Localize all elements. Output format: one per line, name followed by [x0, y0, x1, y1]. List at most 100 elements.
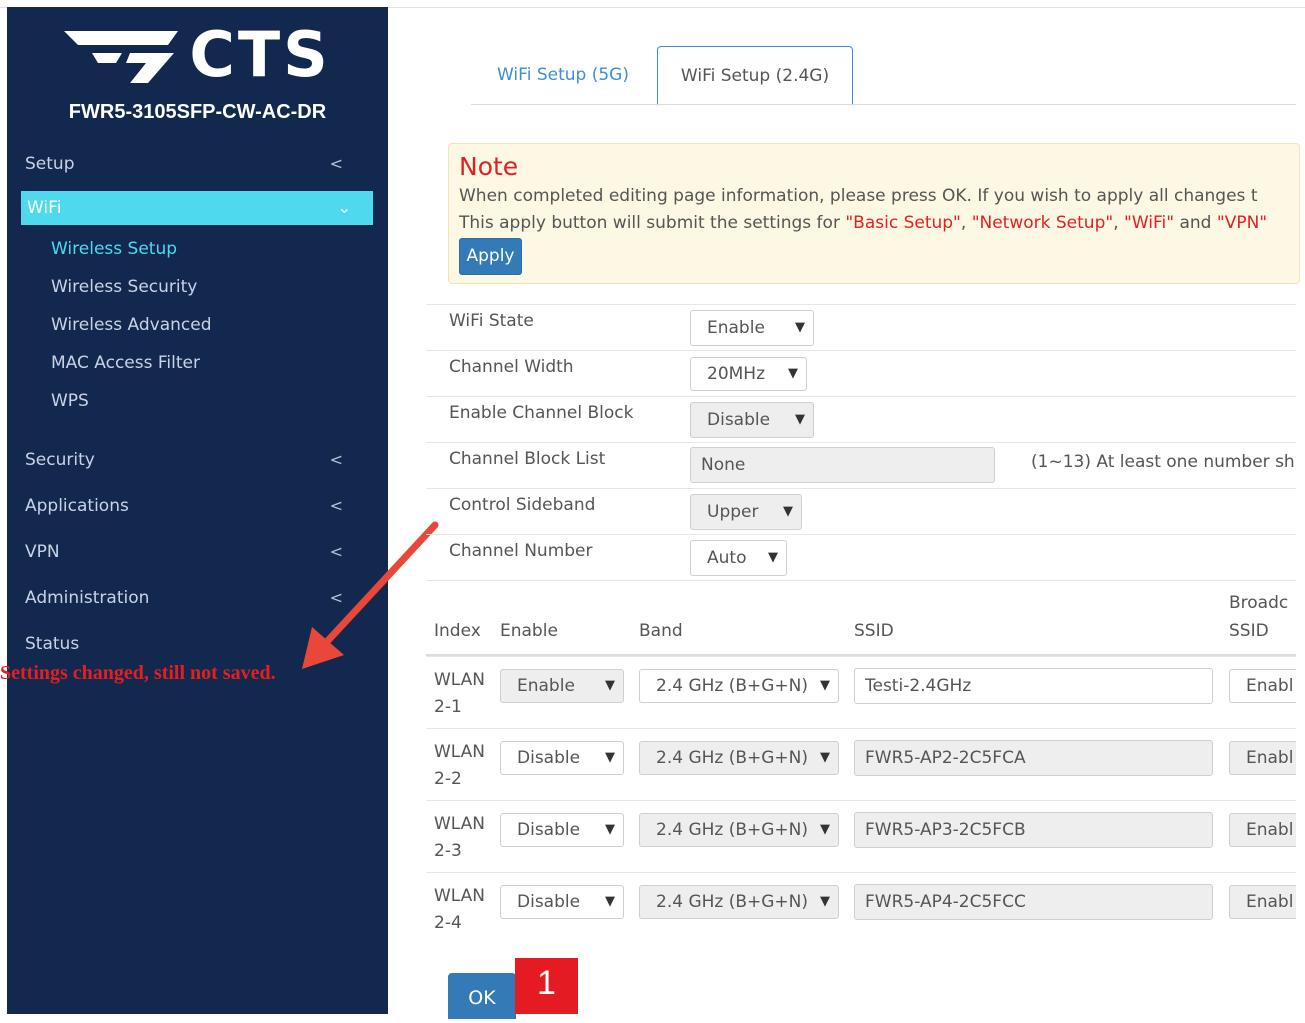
- sidebar-item-label: Status: [25, 634, 80, 654]
- dropdown-arrow-icon: ▼: [768, 550, 778, 565]
- sidebar-item-security[interactable]: Security <: [25, 443, 371, 477]
- wifi-state-row: WiFi State Enable ▼: [426, 304, 1296, 351]
- enable-channel-block-label: Enable Channel Block: [449, 403, 634, 423]
- note-highlight-basic-setup: "Basic Setup": [845, 213, 961, 233]
- control-sideband-select[interactable]: Upper ▼: [690, 494, 802, 530]
- tab-wifi-setup-5g[interactable]: WiFi Setup (5G): [497, 46, 629, 104]
- wlan-broadcast-value: Enabl: [1246, 676, 1294, 696]
- header-index: Index: [434, 621, 481, 641]
- wlan-band-select[interactable]: 2.4 GHz (B+G+N) ▼: [639, 813, 839, 847]
- dropdown-arrow-icon: ▼: [605, 894, 615, 909]
- chevron-left-icon: <: [329, 154, 343, 173]
- note-text-line1: When completed editing page information,…: [459, 186, 1258, 206]
- wlan-enable-select[interactable]: Disable ▼: [500, 813, 624, 847]
- sidebar-subitem-mac-access-filter[interactable]: MAC Access Filter: [51, 348, 200, 378]
- apply-button[interactable]: Apply: [459, 238, 522, 275]
- channel-number-label: Channel Number: [449, 541, 593, 561]
- wlan-ssid-input[interactable]: Testi-2.4GHz: [854, 668, 1213, 704]
- sidebar: CTS FWR5-3105SFP-CW-AC-DR Setup < WiFi ⌄…: [7, 7, 388, 1014]
- channel-number-value: Auto: [707, 548, 747, 568]
- channel-number-row: Channel Number Auto ▼: [426, 534, 1296, 581]
- dropdown-arrow-icon: ▼: [605, 678, 615, 693]
- wlan-enable-select[interactable]: Disable ▼: [500, 885, 624, 919]
- wlan-broadcast-select[interactable]: Enabl: [1229, 669, 1296, 703]
- sidebar-subitem-wireless-advanced[interactable]: Wireless Advanced: [51, 310, 212, 340]
- dropdown-arrow-icon: ▼: [820, 822, 830, 837]
- sidebar-item-label: VPN: [25, 542, 60, 562]
- header-broadcast: Broadc: [1229, 593, 1289, 613]
- wlan-broadcast-select[interactable]: Enabl: [1229, 813, 1296, 847]
- header-broadcast-ssid: SSID: [1229, 621, 1269, 641]
- wlan-ssid-input[interactable]: FWR5-AP4-2C5FCC: [854, 884, 1213, 920]
- channel-width-value: 20MHz: [707, 364, 766, 384]
- dropdown-arrow-icon: ▼: [795, 320, 805, 335]
- channel-block-list-hint: (1~13) At least one number sh: [1031, 452, 1295, 472]
- channel-width-select[interactable]: 20MHz ▼: [690, 357, 807, 391]
- header-band: Band: [639, 621, 683, 641]
- row-index-line2: 2-3: [434, 841, 462, 861]
- wlan-enable-value: Disable: [517, 892, 581, 912]
- sidebar-subitem-wireless-setup[interactable]: Wireless Setup: [51, 234, 177, 264]
- ok-button[interactable]: OK: [448, 973, 516, 1019]
- dropdown-arrow-icon: ▼: [820, 750, 830, 765]
- wlan-enable-value: Enable: [517, 676, 575, 696]
- row-index-line1: WLAN: [434, 886, 486, 906]
- wlan-broadcast-select[interactable]: Enabl: [1229, 885, 1296, 919]
- wlan-broadcast-select[interactable]: Enabl: [1229, 741, 1296, 775]
- logo-mark-icon: [64, 31, 179, 83]
- note-highlight-network-setup: "Network Setup": [971, 213, 1114, 233]
- channel-block-list-input[interactable]: None: [690, 447, 995, 483]
- sidebar-subitem-wireless-security[interactable]: Wireless Security: [51, 272, 197, 302]
- channel-number-select[interactable]: Auto ▼: [690, 540, 787, 576]
- sidebar-item-setup[interactable]: Setup <: [25, 147, 371, 181]
- enable-channel-block-value: Disable: [707, 410, 771, 430]
- channel-width-label: Channel Width: [449, 357, 574, 377]
- wlan-band-value: 2.4 GHz (B+G+N): [656, 892, 809, 912]
- row-index-line2: 2-2: [434, 769, 462, 789]
- wlan-broadcast-value: Enabl: [1246, 748, 1294, 768]
- wlan-broadcast-value: Enabl: [1246, 820, 1294, 840]
- wifi-state-value: Enable: [707, 318, 765, 338]
- row-index-line2: 2-1: [434, 697, 462, 717]
- row-index-line1: WLAN: [434, 814, 486, 834]
- logo: CTS: [7, 23, 388, 87]
- settings-divider: [426, 580, 1296, 582]
- row-index-line1: WLAN: [434, 742, 486, 762]
- row-index-line1: WLAN: [434, 670, 486, 690]
- wlan-band-select[interactable]: 2.4 GHz (B+G+N) ▼: [639, 669, 839, 703]
- table-row: WLAN 2-4 Disable ▼ 2.4 GHz (B+G+N) ▼ FWR5-A…: [426, 872, 1296, 945]
- note-highlight-wifi: "WiFi": [1124, 213, 1175, 233]
- wlan-enable-select[interactable]: Disable ▼: [500, 741, 624, 775]
- wlan-ssid-input[interactable]: FWR5-AP3-2C5FCB: [854, 812, 1213, 848]
- dropdown-arrow-icon: ▼: [605, 750, 615, 765]
- wlan-enable-select[interactable]: Enable ▼: [500, 669, 624, 703]
- dropdown-arrow-icon: ▼: [820, 894, 830, 909]
- chevron-left-icon: <: [329, 450, 343, 469]
- dropdown-arrow-icon: ▼: [783, 504, 793, 519]
- wlan-band-select[interactable]: 2.4 GHz (B+G+N) ▼: [639, 741, 839, 775]
- channel-width-row: Channel Width 20MHz ▼: [426, 350, 1296, 397]
- sidebar-item-wifi[interactable]: WiFi ⌄: [21, 191, 373, 225]
- control-sideband-value: Upper: [707, 502, 759, 522]
- note-highlight-vpn: "VPN": [1216, 213, 1268, 233]
- dropdown-arrow-icon: ▼: [820, 678, 830, 693]
- wifi-state-select[interactable]: Enable ▼: [690, 310, 814, 346]
- table-row: WLAN 2-2 Disable ▼ 2.4 GHz (B+G+N) ▼ FWR5-A…: [426, 728, 1296, 801]
- channel-block-list-label: Channel Block List: [449, 449, 606, 469]
- sidebar-subitem-wps[interactable]: WPS: [51, 386, 89, 416]
- wlan-band-select[interactable]: 2.4 GHz (B+G+N) ▼: [639, 885, 839, 919]
- sidebar-item-label: Administration: [25, 588, 150, 608]
- note-panel: Note When completed editing page informa…: [448, 143, 1300, 284]
- control-sideband-row: Control Sideband Upper ▼: [426, 488, 1296, 535]
- row-index: WLAN 2-3: [434, 811, 494, 865]
- wlan-enable-value: Disable: [517, 820, 581, 840]
- table-row: WLAN 2-3 Disable ▼ 2.4 GHz (B+G+N) ▼ FWR5-A…: [426, 800, 1296, 873]
- header-ssid: SSID: [854, 621, 894, 641]
- enable-channel-block-select[interactable]: Disable ▼: [690, 402, 814, 438]
- tab-wifi-setup-24g[interactable]: WiFi Setup (2.4G): [657, 46, 853, 106]
- tabs-divider: [471, 104, 1296, 105]
- dropdown-arrow-icon: ▼: [605, 822, 615, 837]
- wlan-ssid-input[interactable]: FWR5-AP2-2C5FCA: [854, 740, 1213, 776]
- wlan-band-value: 2.4 GHz (B+G+N): [656, 748, 809, 768]
- sidebar-item-label: WiFi: [27, 198, 62, 218]
